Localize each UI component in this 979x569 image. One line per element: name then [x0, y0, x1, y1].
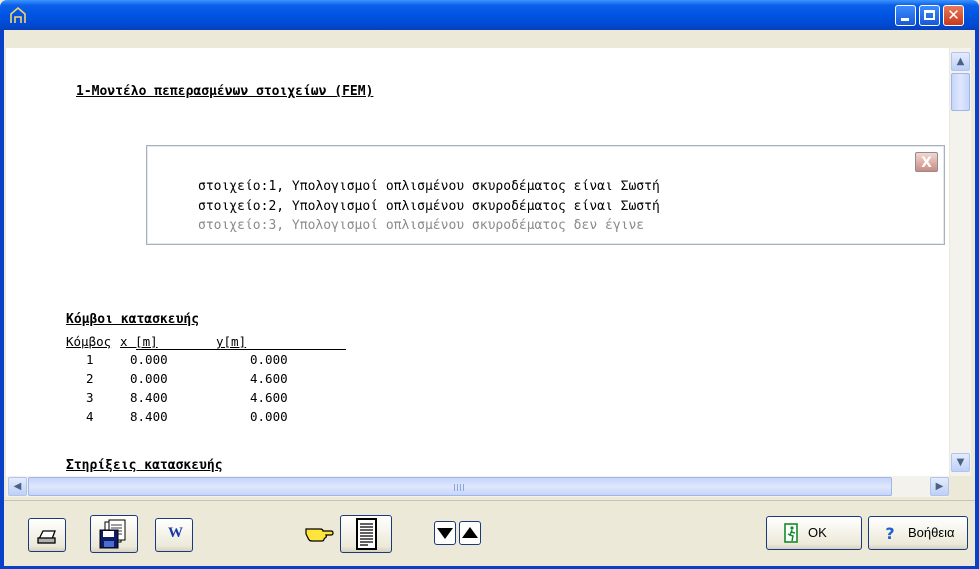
nodes-section-title: Κόμβοι κατασκευής	[66, 312, 200, 327]
export-word-button[interactable]: W	[155, 518, 193, 552]
message-line: στοιχείο:2, Υπολογισμοί οπλισμένου σκυρο…	[198, 199, 660, 214]
horizontal-scrollbar[interactable]: ◀ ▶	[6, 476, 949, 497]
document-page-icon	[356, 518, 377, 550]
cell-node: 1	[86, 352, 94, 367]
table-row: 1 0.000 0.000	[66, 352, 366, 370]
close-button[interactable]: ✕	[943, 5, 964, 26]
scroll-down-button[interactable]: ▼	[951, 453, 970, 472]
floppy-disk-icon	[99, 519, 126, 549]
minimize-button[interactable]	[895, 5, 916, 26]
triangle-up-icon	[462, 527, 478, 538]
header-rule	[136, 349, 346, 350]
page-view-button[interactable]	[340, 515, 392, 553]
app-icon	[8, 6, 28, 24]
maximize-button[interactable]	[919, 5, 940, 26]
word-icon: W	[168, 525, 183, 541]
help-label: Βοήθεια	[908, 525, 955, 540]
vertical-scroll-thumb[interactable]	[951, 73, 970, 111]
svg-text:?: ?	[885, 524, 894, 542]
pointing-hand-icon[interactable]	[304, 520, 334, 544]
chevron-left-icon: ◀	[13, 481, 22, 492]
vertical-scrollbar[interactable]: ▲ ▼	[950, 48, 971, 476]
chevron-right-icon: ▶	[935, 481, 944, 492]
save-button[interactable]	[90, 515, 138, 553]
table-row: 3 8.400 4.600	[66, 390, 366, 408]
window-frame-right	[975, 30, 979, 569]
next-page-button[interactable]	[434, 521, 456, 545]
previous-page-button[interactable]	[459, 521, 481, 545]
help-button[interactable]: ? Βοήθεια	[868, 516, 968, 550]
grip-icon	[454, 484, 466, 491]
chevron-down-icon: ▼	[956, 457, 965, 468]
close-icon: ✕	[947, 6, 960, 24]
supports-section-title: Στηρίξεις κατασκευής	[66, 458, 223, 473]
cell-x: 8.400	[130, 390, 168, 405]
cell-node: 4	[86, 409, 94, 424]
message-line: στοιχείο:3, Υπολογισμοί οπλισμένου σκυρο…	[198, 218, 645, 233]
message-panel: X στοιχείο:1, Υπολογισμοί οπλισμένου σκυ…	[146, 145, 945, 245]
print-button[interactable]	[28, 518, 66, 552]
scroll-up-button[interactable]: ▲	[951, 52, 970, 71]
chevron-up-icon: ▲	[956, 56, 965, 67]
bottom-toolbar: W OK ? Βοήθεια	[4, 500, 975, 566]
cell-node: 2	[86, 371, 94, 386]
printer-icon	[37, 530, 56, 544]
scroll-left-button[interactable]: ◀	[8, 477, 27, 496]
cell-x: 0.000	[130, 352, 168, 367]
message-close-button[interactable]: X	[915, 152, 938, 172]
document-view[interactable]: 1-Μοντέλο πεπερασμένων στοιχείων (FEM) X…	[6, 48, 949, 476]
horizontal-scroll-thumb[interactable]	[28, 477, 892, 496]
ok-label: OK	[808, 525, 827, 540]
cell-y: 0.000	[250, 409, 288, 424]
cell-y: 4.600	[250, 371, 288, 386]
scroll-right-button[interactable]: ▶	[930, 477, 949, 496]
ok-button[interactable]: OK	[766, 516, 862, 550]
fem-section-title: 1-Μοντέλο πεπερασμένων στοιχείων (FEM)	[76, 84, 374, 99]
column-header-y: y[m]	[216, 334, 247, 349]
cell-x: 8.400	[130, 409, 168, 424]
cell-y: 0.000	[250, 352, 288, 367]
message-line: στοιχείο:1, Υπολογισμοί οπλισμένου σκυρο…	[198, 179, 660, 194]
cell-x: 0.000	[130, 371, 168, 386]
app-window: ✕ 1-Μοντέλο πεπερασμένων στοιχείων (FEM)…	[0, 0, 979, 569]
window-frame-left	[0, 30, 4, 569]
title-bar[interactable]: ✕	[0, 0, 979, 30]
triangle-down-icon	[437, 528, 453, 539]
column-header-x: x [m]	[120, 334, 158, 349]
minimize-icon	[901, 18, 909, 21]
cell-node: 3	[86, 390, 94, 405]
column-header-node: Κόμβος	[66, 334, 112, 349]
maximize-icon	[924, 10, 935, 20]
exit-door-icon	[784, 523, 798, 543]
help-icon: ?	[885, 524, 894, 542]
table-row: 4 8.400 0.000	[66, 409, 366, 427]
cell-y: 4.600	[250, 390, 288, 405]
table-row: 2 0.000 4.600	[66, 371, 366, 389]
